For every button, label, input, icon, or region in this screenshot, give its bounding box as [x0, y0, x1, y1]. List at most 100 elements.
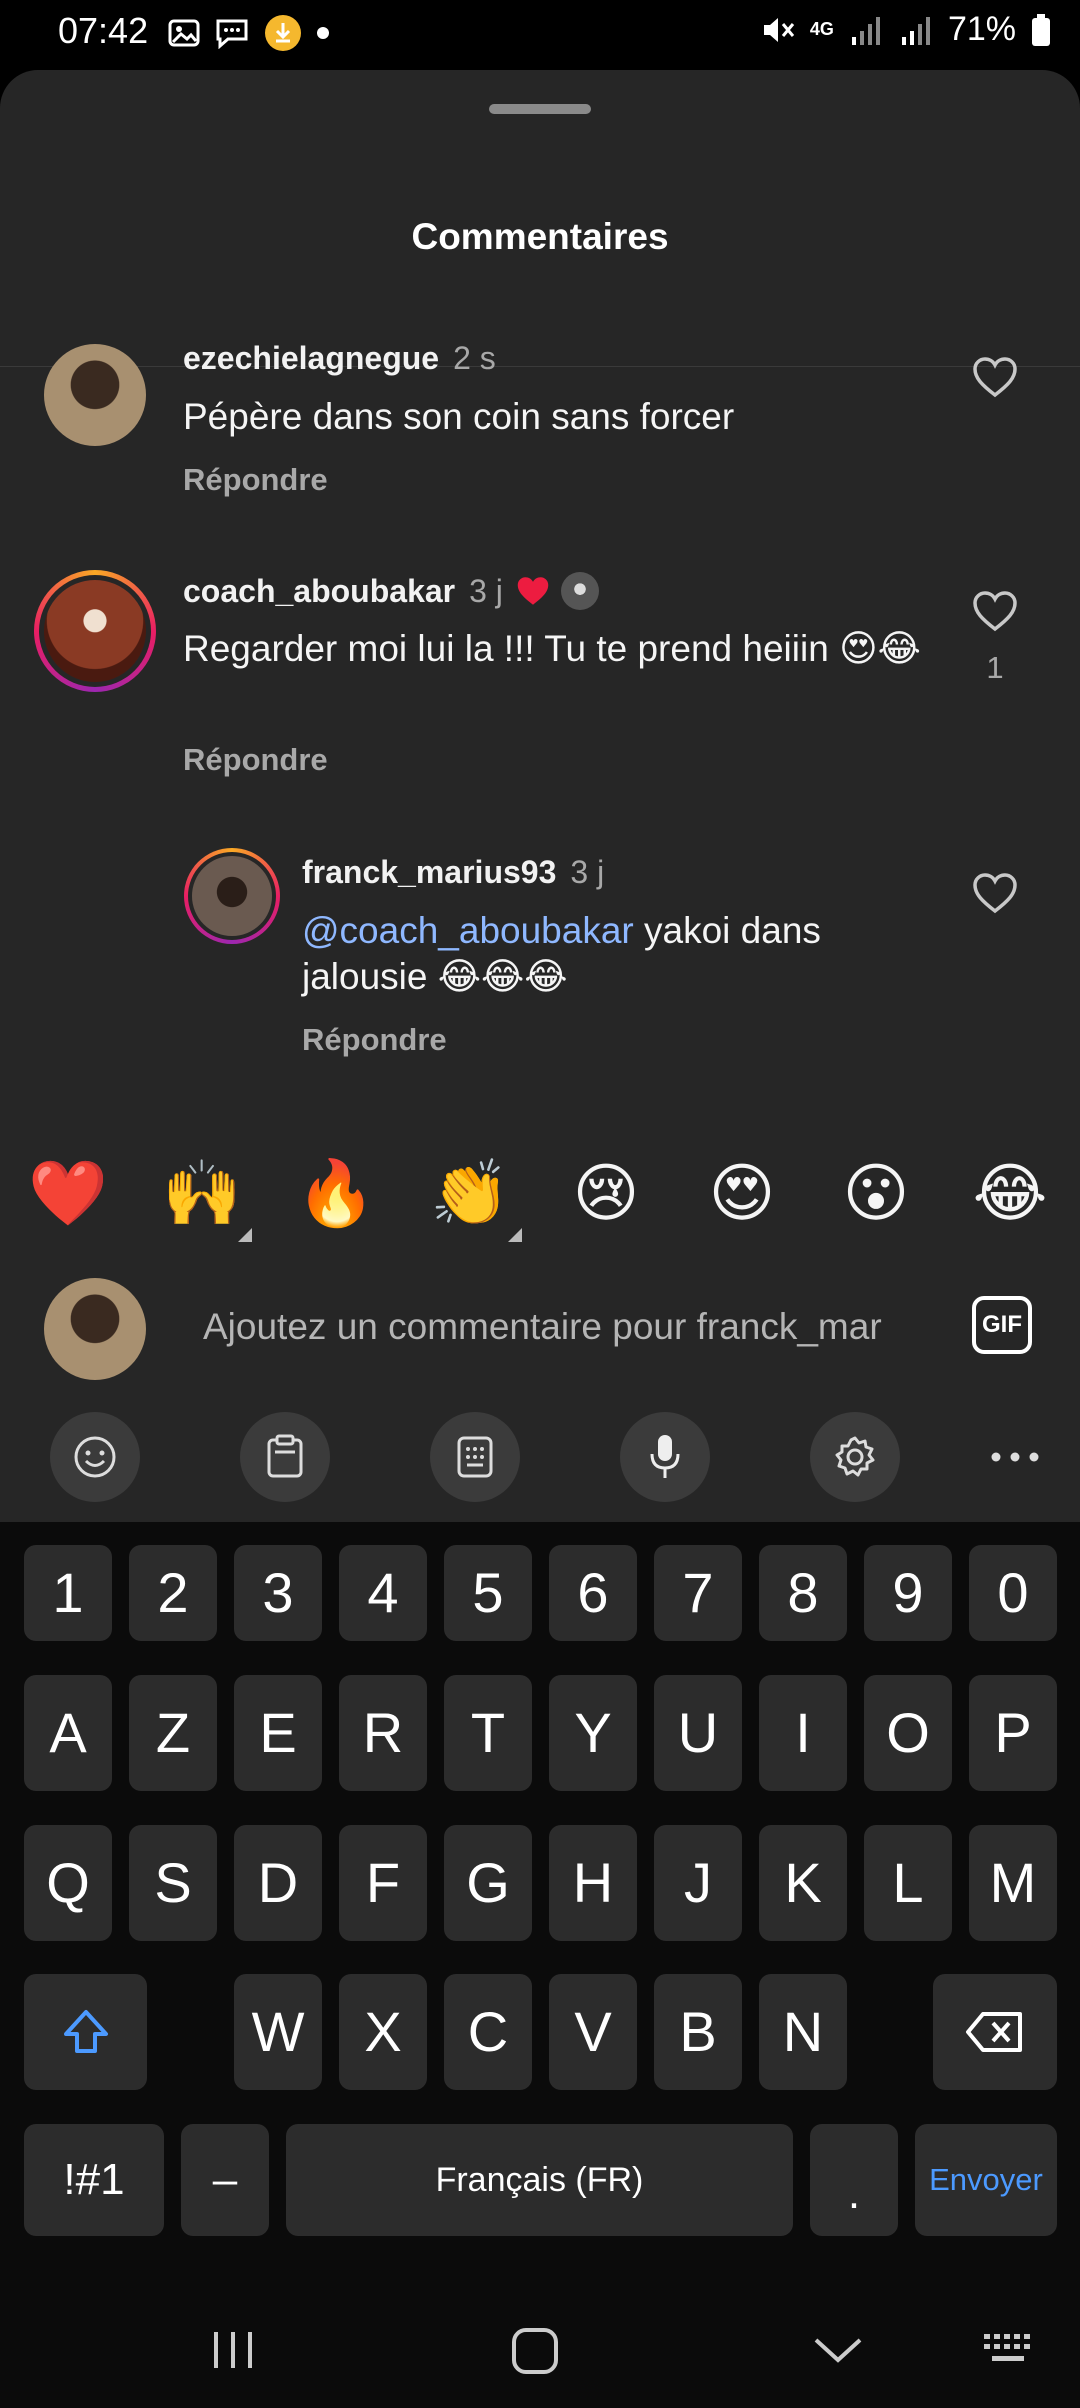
key-e[interactable]: E: [234, 1675, 322, 1791]
like-heart-icon[interactable]: [972, 872, 1018, 914]
keyboard-toolbar: [0, 1412, 1080, 1508]
comment-username[interactable]: coach_aboubakar: [183, 573, 455, 610]
comment-item: ezechielagnegue 2 s Pépère dans son coin …: [0, 340, 1080, 510]
dot-icon: [317, 27, 329, 39]
period-key[interactable]: .: [810, 2124, 898, 2236]
key-m[interactable]: M: [969, 1825, 1057, 1941]
emoji-icon[interactable]: [50, 1412, 140, 1502]
backspace-key[interactable]: [933, 1974, 1057, 2090]
message-icon: [216, 19, 248, 49]
battery-percent: 71%: [947, 10, 1016, 48]
emoji-heart[interactable]: ❤️: [18, 1148, 118, 1238]
status-bar: 07:42 4G 71%: [0, 0, 1080, 68]
keyboard-switch-icon[interactable]: [982, 2332, 1038, 2368]
key-x[interactable]: X: [339, 1974, 427, 2090]
shift-arrow-icon: [63, 2010, 108, 2053]
key-w[interactable]: W: [234, 1974, 322, 2090]
space-key[interactable]: Français (FR): [286, 2124, 793, 2236]
keyboard: 1 2 3 4 5 6 7 8 9 0 A Z E R T Y U I O P …: [0, 1522, 1080, 2408]
reply-button[interactable]: Répondre: [183, 462, 328, 498]
emoji-fire[interactable]: 🔥: [286, 1148, 386, 1238]
microphone-icon[interactable]: [620, 1412, 710, 1502]
like-heart-icon[interactable]: [972, 356, 1018, 398]
key-z[interactable]: Z: [129, 1675, 217, 1791]
key-5[interactable]: 5: [444, 1545, 532, 1641]
key-b[interactable]: B: [654, 1974, 742, 2090]
key-0[interactable]: 0: [969, 1545, 1057, 1641]
my-avatar: [44, 1278, 146, 1380]
key-t[interactable]: T: [444, 1675, 532, 1791]
key-p[interactable]: P: [969, 1675, 1057, 1791]
key-j[interactable]: J: [654, 1825, 742, 1941]
recent-apps-icon[interactable]: [208, 2328, 258, 2372]
symbols-key[interactable]: !#1: [24, 2124, 164, 2236]
keypad-icon[interactable]: [430, 1412, 520, 1502]
story-ring-avatar[interactable]: [34, 570, 156, 692]
avatar[interactable]: [44, 344, 146, 446]
emoji-tears-of-joy[interactable]: 😂: [960, 1148, 1060, 1238]
key-u[interactable]: U: [654, 1675, 742, 1791]
key-2[interactable]: 2: [129, 1545, 217, 1641]
send-key[interactable]: Envoyer: [915, 2124, 1057, 2236]
key-1[interactable]: 1: [24, 1545, 112, 1641]
shift-key[interactable]: [24, 1974, 147, 2090]
settings-icon[interactable]: [810, 1412, 900, 1502]
key-a[interactable]: A: [24, 1675, 112, 1791]
key-i[interactable]: I: [759, 1675, 847, 1791]
creator-avatar: [560, 572, 599, 610]
key-v[interactable]: V: [549, 1974, 637, 2090]
comment-username[interactable]: franck_marius93: [302, 854, 556, 890]
key-4[interactable]: 4: [339, 1545, 427, 1641]
key-g[interactable]: G: [444, 1825, 532, 1941]
key-r[interactable]: R: [339, 1675, 427, 1791]
key-c[interactable]: C: [444, 1974, 532, 2090]
key-d[interactable]: D: [234, 1825, 322, 1941]
gallery-icon: [168, 19, 200, 47]
emoji-crying[interactable]: 😢: [556, 1148, 656, 1238]
emoji-raising-hands[interactable]: 🙌: [152, 1148, 252, 1238]
key-8[interactable]: 8: [759, 1545, 847, 1641]
key-h[interactable]: H: [549, 1825, 637, 1941]
key-o[interactable]: O: [864, 1675, 952, 1791]
emoji-clapping[interactable]: 👏: [420, 1148, 520, 1238]
comment-username[interactable]: ezechielagnegue: [183, 340, 439, 376]
key-n[interactable]: N: [759, 1974, 847, 2090]
emoji-surprised[interactable]: 😮: [826, 1148, 926, 1238]
dash-key[interactable]: –: [181, 2124, 269, 2236]
comment-text: Regarder moi lui la !!! Tu te prend heii…: [183, 628, 921, 669]
key-9[interactable]: 9: [864, 1545, 952, 1641]
key-7[interactable]: 7: [654, 1545, 742, 1641]
key-6[interactable]: 6: [549, 1545, 637, 1641]
sheet-title: Commentaires: [411, 216, 669, 257]
like-heart-icon[interactable]: [972, 590, 1018, 632]
key-l[interactable]: L: [864, 1825, 952, 1941]
creator-liked-heart-icon: [517, 577, 549, 605]
key-k[interactable]: K: [759, 1825, 847, 1941]
key-s[interactable]: S: [129, 1825, 217, 1941]
reply-button[interactable]: Répondre: [302, 1022, 447, 1058]
key-f[interactable]: F: [339, 1825, 427, 1941]
system-status: 4G 71%: [760, 10, 1052, 49]
mention-link[interactable]: @coach_aboubakar: [302, 910, 634, 951]
backspace-icon: [966, 2012, 1022, 2052]
emoji-heart-eyes[interactable]: 😍: [692, 1148, 792, 1238]
home-icon[interactable]: [510, 2326, 560, 2376]
gif-button[interactable]: GIF: [972, 1296, 1032, 1354]
key-y[interactable]: Y: [549, 1675, 637, 1791]
skin-tone-indicator: [508, 1228, 522, 1242]
notification-icons: [168, 14, 330, 52]
clock: 07:42: [58, 10, 149, 51]
key-q[interactable]: Q: [24, 1825, 112, 1941]
story-ring-avatar[interactable]: [184, 848, 280, 944]
back-chevron-down-icon[interactable]: [812, 2334, 864, 2366]
comment-input[interactable]: Ajoutez un commentaire pour franck_mar: [203, 1306, 882, 1348]
clipboard-icon[interactable]: [240, 1412, 330, 1502]
drag-handle[interactable]: [489, 104, 591, 114]
skin-tone-indicator: [238, 1228, 252, 1242]
more-icon[interactable]: [970, 1412, 1060, 1502]
comment-text: @coach_aboubakar yakoi dans jalousie 😂😂😂: [302, 908, 862, 1000]
comment-text: Pépère dans son coin sans forcer: [183, 396, 735, 437]
key-3[interactable]: 3: [234, 1545, 322, 1641]
reply-button[interactable]: Répondre: [183, 742, 328, 778]
network-type: 4G: [809, 19, 834, 39]
